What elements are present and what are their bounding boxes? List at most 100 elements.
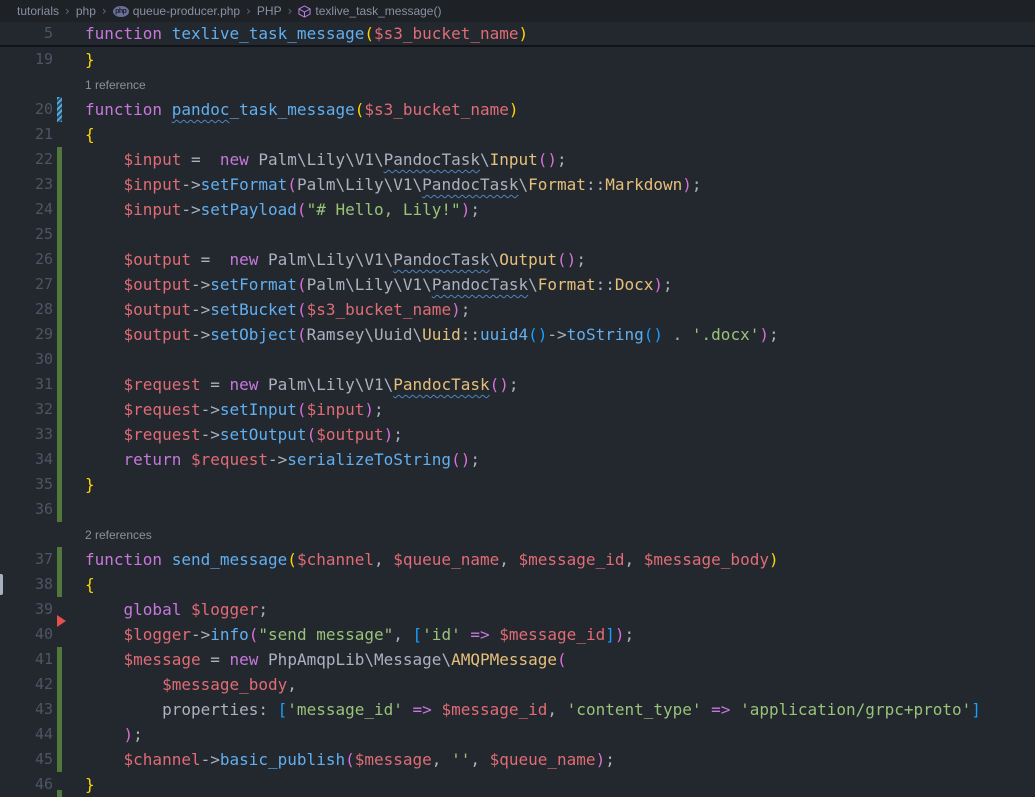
line-number[interactable]: 37	[0, 547, 53, 572]
line-number[interactable]: 45	[0, 747, 53, 772]
code-line-text[interactable]: function pandoc_task_message($s3_bucket_…	[85, 97, 519, 122]
code-line[interactable]: 30	[0, 347, 1035, 372]
code-line[interactable]: 40 $logger->info("send message", ['id' =…	[0, 622, 1035, 647]
line-number[interactable]: 23	[0, 172, 53, 197]
gutter-added-marker[interactable]	[57, 447, 62, 472]
gutter-added-marker[interactable]	[57, 647, 62, 672]
gutter-added-marker[interactable]	[57, 172, 62, 197]
code-line[interactable]: 39 global $logger;	[0, 597, 1035, 622]
code-line-text[interactable]: $output->setFormat(Palm\Lily\V1\PandocTa…	[85, 272, 673, 297]
gutter-modified-marker[interactable]	[57, 97, 62, 122]
code-line[interactable]: 36	[0, 497, 1035, 522]
line-number[interactable]: 27	[0, 272, 53, 297]
code-line[interactable]: 25	[0, 222, 1035, 247]
code-line-text[interactable]: $request->setOutput($output);	[85, 422, 403, 447]
code-line-text[interactable]: $input->setFormat(Palm\Lily\V1\PandocTas…	[85, 172, 702, 197]
code-line[interactable]: 22 $input = new Palm\Lily\V1\PandocTask\…	[0, 147, 1035, 172]
code-line[interactable]: 44 );	[0, 722, 1035, 747]
code-line-text[interactable]: }	[85, 47, 95, 72]
gutter-deleted-marker[interactable]	[57, 615, 66, 627]
code-line[interactable]: 28 $output->setBucket($s3_bucket_name);	[0, 297, 1035, 322]
gutter-added-marker[interactable]	[57, 147, 62, 172]
code-line-text[interactable]: properties: ['message_id' => $message_id…	[85, 697, 981, 722]
code-line[interactable]: 19}	[0, 47, 1035, 72]
codelens-reference-link[interactable]: 1 reference	[85, 72, 146, 97]
line-number[interactable]: 36	[0, 497, 53, 522]
breadcrumb-item-php[interactable]: php	[76, 4, 96, 18]
code-line[interactable]: 31 $request = new Palm\Lily\V1\PandocTas…	[0, 372, 1035, 397]
line-number[interactable]: 38	[0, 572, 53, 597]
gutter-added-marker[interactable]	[57, 722, 62, 747]
line-number[interactable]: 21	[0, 122, 53, 147]
code-line[interactable]: 21 {	[0, 122, 1035, 147]
code-line[interactable]: 46}	[0, 772, 1035, 797]
line-number[interactable]: 34	[0, 447, 53, 472]
gutter-added-marker[interactable]	[57, 247, 62, 272]
code-line[interactable]: 38 {	[0, 572, 1035, 597]
line-number[interactable]: 22	[0, 147, 53, 172]
line-number[interactable]: 24	[0, 197, 53, 222]
code-line-text[interactable]: $input = new Palm\Lily\V1\PandocTask\Inp…	[85, 147, 567, 172]
line-number[interactable]: 29	[0, 322, 53, 347]
breadcrumb-item-queue-producer-php[interactable]: phpqueue-producer.php	[113, 4, 240, 18]
line-number[interactable]: 25	[0, 222, 53, 247]
gutter-added-marker[interactable]	[57, 297, 62, 322]
line-number[interactable]: 43	[0, 697, 53, 722]
gutter-added-marker[interactable]	[57, 222, 62, 247]
gutter-added-marker[interactable]	[57, 397, 62, 422]
line-number[interactable]: 39	[0, 597, 53, 622]
breadcrumb-item-texlive-task-message-[interactable]: texlive_task_message()	[298, 4, 441, 18]
gutter-added-marker[interactable]	[57, 790, 62, 797]
gutter-added-marker[interactable]	[57, 322, 62, 347]
code-line-text[interactable]: $output->setBucket($s3_bucket_name);	[85, 297, 470, 322]
gutter-added-marker[interactable]	[57, 197, 62, 222]
code-line-text[interactable]: }	[85, 472, 95, 497]
code-line[interactable]: 24 $input->setPayload("# Hello, Lily!");	[0, 197, 1035, 222]
gutter-added-marker[interactable]	[57, 572, 62, 597]
code-line[interactable]: 27 $output->setFormat(Palm\Lily\V1\Pando…	[0, 272, 1035, 297]
breadcrumb-item-tutorials[interactable]: tutorials	[17, 4, 59, 18]
code-line-text[interactable]: $message_body,	[85, 672, 297, 697]
code-line-text[interactable]: {	[85, 572, 95, 597]
code-line-text[interactable]: $output = new Palm\Lily\V1\PandocTask\Ou…	[85, 247, 586, 272]
code-line[interactable]: 35}	[0, 472, 1035, 497]
code-line-text[interactable]: $request->setInput($input);	[85, 397, 384, 422]
code-line[interactable]: 45 $channel->basic_publish($message, '',…	[0, 747, 1035, 772]
code-line-text[interactable]: {	[85, 122, 95, 147]
code-line-text[interactable]: $message = new PhpAmqpLib\Message\AMQPMe…	[85, 647, 567, 672]
code-line-text[interactable]: global $logger;	[85, 597, 268, 622]
codelens-reference-link[interactable]: 2 references	[85, 522, 152, 547]
gutter-added-marker[interactable]	[57, 472, 62, 497]
gutter-added-marker[interactable]	[57, 347, 62, 372]
sticky-line-number[interactable]: 5	[0, 22, 53, 45]
code-line-text[interactable]: $input->setPayload("# Hello, Lily!");	[85, 197, 480, 222]
breadcrumb-item-php[interactable]: PHP	[257, 4, 282, 18]
line-number[interactable]: 41	[0, 647, 53, 672]
code-line[interactable]: 23 $input->setFormat(Palm\Lily\V1\Pandoc…	[0, 172, 1035, 197]
sticky-line-code[interactable]: function texlive_task_message($s3_bucket…	[85, 22, 528, 45]
code-line-text[interactable]: }	[85, 772, 95, 797]
code-line[interactable]: 33 $request->setOutput($output);	[0, 422, 1035, 447]
line-number[interactable]: 46	[0, 772, 53, 797]
line-number[interactable]: 35	[0, 472, 53, 497]
gutter-added-marker[interactable]	[57, 422, 62, 447]
code-line[interactable]: 43 properties: ['message_id' => $message…	[0, 697, 1035, 722]
code-line-text[interactable]: $request = new Palm\Lily\V1\PandocTask()…	[85, 372, 519, 397]
codelens-row[interactable]: 1 reference	[0, 72, 1035, 97]
line-number[interactable]: 31	[0, 372, 53, 397]
code-line-text[interactable]: );	[85, 722, 143, 747]
code-line[interactable]: 42 $message_body,	[0, 672, 1035, 697]
codelens-row[interactable]: 2 references	[0, 522, 1035, 547]
line-number[interactable]: 20	[0, 97, 53, 122]
code-line[interactable]: 37 function send_message($channel, $queue…	[0, 547, 1035, 572]
gutter-added-marker[interactable]	[57, 372, 62, 397]
code-line-text[interactable]: $output->setObject(Ramsey\Uuid\Uuid::uui…	[85, 322, 779, 347]
code-line[interactable]: 29 $output->setObject(Ramsey\Uuid\Uuid::…	[0, 322, 1035, 347]
sticky-scroll-line[interactable]: 5 function texlive_task_message($s3_bucke…	[0, 22, 1035, 47]
line-number[interactable]: 33	[0, 422, 53, 447]
gutter-added-marker[interactable]	[57, 672, 62, 697]
line-number[interactable]: 44	[0, 722, 53, 747]
line-number[interactable]: 19	[0, 47, 53, 72]
code-editor[interactable]: 19}1 reference20function pandoc_task_mes…	[0, 47, 1035, 797]
code-line-text[interactable]: function send_message($channel, $queue_n…	[85, 547, 779, 572]
